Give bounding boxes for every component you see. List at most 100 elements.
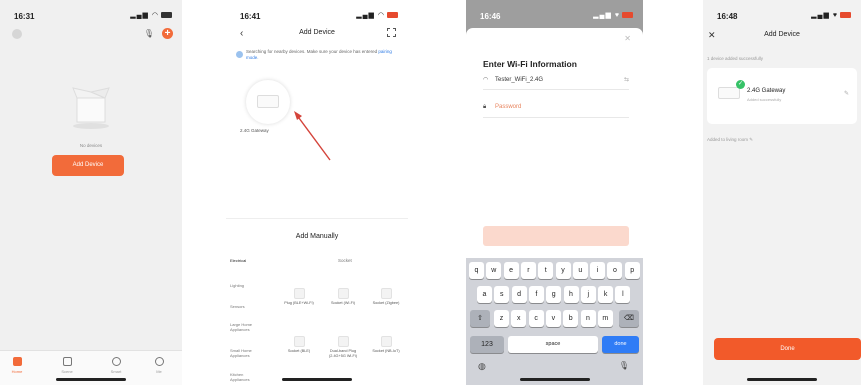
key-123[interactable]: 123 bbox=[470, 336, 504, 353]
socket-icon bbox=[293, 336, 305, 347]
device-tile[interactable]: Dual-band Plug (2.4G+5G Wi-Fi) bbox=[328, 336, 358, 358]
tab-smart-label: Smart bbox=[110, 369, 122, 374]
wifi-sheet: ✕ Enter Wi-Fi Information ◠ Tester_WiFi_2… bbox=[466, 28, 643, 258]
tab-me-label: Me bbox=[156, 369, 162, 374]
socket-icon bbox=[380, 288, 392, 299]
key-a[interactable]: a bbox=[477, 286, 492, 303]
socket-icon bbox=[380, 336, 392, 347]
key-s[interactable]: s bbox=[494, 286, 510, 303]
device-tile[interactable]: Socket (NB-IoT) bbox=[371, 336, 401, 354]
done-button[interactable]: Done bbox=[714, 338, 861, 360]
close-icon[interactable]: ✕ bbox=[624, 34, 631, 43]
tab-me[interactable]: Me bbox=[144, 357, 174, 374]
search-hint-text: Searching for nearby devices. Make sure … bbox=[246, 49, 378, 54]
key-l[interactable]: l bbox=[615, 286, 631, 303]
plug-icon bbox=[293, 288, 305, 299]
page-title: Add Device bbox=[764, 31, 800, 38]
add-device-button[interactable]: Add Device bbox=[52, 155, 124, 176]
password-field[interactable]: 🔒︎ Password bbox=[483, 104, 629, 118]
next-button[interactable] bbox=[483, 226, 629, 246]
scene-icon bbox=[62, 357, 72, 366]
annotation-arrow bbox=[292, 110, 332, 162]
home-indicator bbox=[282, 378, 352, 381]
key-t[interactable]: t bbox=[538, 262, 554, 279]
category-sensors[interactable]: Sensors bbox=[230, 304, 245, 309]
section-divider bbox=[226, 218, 408, 219]
device-tile-label: Socket (NB-IoT) bbox=[372, 349, 400, 353]
key-m[interactable]: m bbox=[597, 310, 613, 327]
key-z[interactable]: z bbox=[494, 310, 509, 327]
key-f[interactable]: f bbox=[528, 286, 544, 303]
key-space[interactable]: space bbox=[508, 336, 598, 353]
device-tile-label: Socket (Zigbee) bbox=[372, 301, 400, 305]
category-large-appliances[interactable]: Large Home Appliances bbox=[230, 322, 252, 332]
device-tile[interactable]: Socket (Zigbee) bbox=[371, 288, 401, 306]
password-placeholder: Password bbox=[495, 104, 522, 110]
device-tile[interactable]: Socket (Wi-Fi) bbox=[328, 288, 358, 306]
add-device-screen: 16:41 ▂▄▆ ◠ ‹ Add Device Searching for n… bbox=[226, 0, 408, 385]
home-icon bbox=[12, 357, 22, 366]
me-icon bbox=[154, 357, 164, 366]
key-x[interactable]: x bbox=[511, 310, 527, 327]
lock-icon: 🔒︎ bbox=[483, 104, 487, 110]
home-indicator bbox=[56, 378, 126, 381]
device-status: Added successfully bbox=[747, 97, 782, 102]
key-q[interactable]: q bbox=[469, 262, 484, 279]
key-b[interactable]: b bbox=[563, 310, 579, 327]
key-p[interactable]: p bbox=[624, 262, 640, 279]
shift-icon[interactable]: ⇧ bbox=[470, 310, 490, 327]
key-u[interactable]: u bbox=[572, 262, 588, 279]
page-title: Add Device bbox=[299, 29, 335, 36]
key-w[interactable]: w bbox=[486, 262, 502, 279]
key-d[interactable]: d bbox=[511, 286, 527, 303]
tab-scene[interactable]: Scene bbox=[52, 357, 82, 374]
key-k[interactable]: k bbox=[598, 286, 614, 303]
sheet-title: Enter Wi-Fi Information bbox=[483, 59, 577, 69]
wifi-info-screen: 16:46 ▂▄▆ ♥ ✕ Enter Wi-Fi Information ◠ T… bbox=[466, 0, 643, 385]
key-v[interactable]: v bbox=[545, 310, 561, 327]
empty-state-text: No devices bbox=[79, 143, 103, 148]
category-lighting[interactable]: Lighting bbox=[230, 283, 244, 288]
home-menu-icon[interactable] bbox=[12, 29, 22, 39]
status-bar: 16:31 ▂▄▆ ◠ bbox=[0, 0, 182, 22]
add-circle-button[interactable]: + bbox=[162, 28, 173, 39]
key-r[interactable]: r bbox=[520, 262, 536, 279]
dictation-icon[interactable]: 🎙 bbox=[619, 361, 629, 370]
device-tile[interactable]: Socket (BLE) bbox=[284, 336, 314, 354]
key-j[interactable]: j bbox=[580, 286, 596, 303]
key-y[interactable]: y bbox=[555, 262, 571, 279]
key-done[interactable]: done bbox=[602, 336, 639, 353]
key-i[interactable]: i bbox=[590, 262, 606, 279]
status-time: 16:41 bbox=[240, 12, 261, 21]
tab-smart[interactable]: Smart bbox=[101, 357, 131, 374]
keyboard: qwertyuiop asdfghjkl z x c v b n m ⇧ ⌫ 123 space… bbox=[466, 258, 643, 385]
edit-location-icon[interactable]: ✎ bbox=[749, 137, 753, 142]
device-tile[interactable]: Plug (BLE+Wi-Fi) bbox=[284, 288, 314, 306]
microphone-icon[interactable]: 🎙 bbox=[144, 29, 154, 38]
key-e[interactable]: e bbox=[503, 262, 519, 279]
key-g[interactable]: g bbox=[546, 286, 562, 303]
device-location: Added to living room ✎ bbox=[707, 137, 753, 143]
category-kitchen-appliances[interactable]: Kitchen Appliances bbox=[230, 372, 256, 382]
key-o[interactable]: o bbox=[607, 262, 623, 279]
ssid-field[interactable]: ◠ Tester_WiFi_2.4G ⇆ bbox=[483, 76, 629, 90]
key-c[interactable]: c bbox=[528, 310, 544, 327]
status-time: 16:48 bbox=[717, 12, 738, 21]
tab-home[interactable]: Home bbox=[2, 357, 32, 374]
gateway-icon bbox=[718, 87, 740, 99]
wifi-icon: ◠ bbox=[483, 77, 489, 83]
status-bar: 16:48 ▂▄▆ ♥ bbox=[703, 0, 861, 22]
device-name: 2.4G Gateway bbox=[747, 88, 786, 94]
key-n[interactable]: n bbox=[580, 310, 596, 327]
added-device-card[interactable]: ✓ 2.4G Gateway Added successfully ✎ bbox=[707, 68, 857, 124]
device-tile-label: Dual-band Plug (2.4G+5G Wi-Fi) bbox=[329, 349, 357, 358]
key-h[interactable]: h bbox=[563, 286, 579, 303]
edit-icon[interactable]: ✎ bbox=[844, 90, 849, 97]
category-electrical[interactable]: Electrical bbox=[230, 258, 246, 263]
category-small-appliances[interactable]: Small Home Appliances bbox=[230, 348, 256, 358]
found-device-card[interactable] bbox=[246, 80, 290, 124]
globe-icon[interactable]: ◍ bbox=[478, 361, 486, 372]
backspace-icon[interactable]: ⌫ bbox=[619, 310, 639, 327]
scan-icon[interactable] bbox=[387, 28, 396, 37]
switch-network-icon[interactable]: ⇆ bbox=[624, 76, 629, 83]
